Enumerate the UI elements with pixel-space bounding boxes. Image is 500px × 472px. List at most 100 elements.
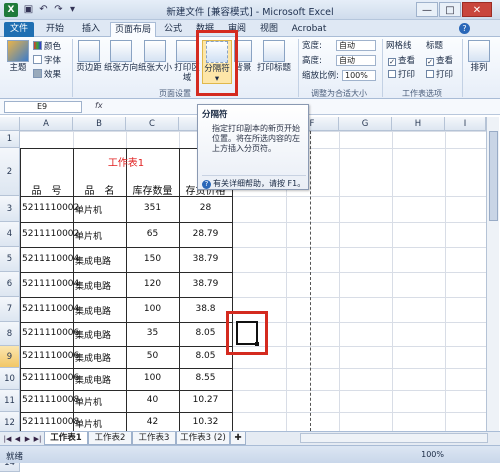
theme-effects-button[interactable]: 效果 [33, 69, 61, 81]
column-header-b[interactable]: B [73, 117, 126, 131]
column-header-a[interactable]: A [20, 117, 73, 131]
table-cell[interactable]: 5211110004 [22, 254, 79, 264]
table-cell[interactable]: 8.05 [181, 328, 230, 338]
height-dropdown[interactable]: 自动 [336, 55, 376, 66]
row-header-3[interactable]: 3 [0, 196, 20, 222]
row-header-1[interactable]: 1 [0, 131, 20, 148]
table-cell[interactable]: 351 [128, 203, 177, 213]
prev-sheet-icon[interactable]: ◀ [13, 434, 22, 444]
gridlines-print-checkbox[interactable]: 打印 [388, 70, 415, 81]
table-cell[interactable]: 5211110006 [22, 373, 79, 383]
table-cell[interactable]: 38.8 [181, 304, 230, 314]
table-cell[interactable]: 5211110006 [22, 328, 79, 338]
new-sheet-icon[interactable]: ✚ [230, 432, 246, 445]
row-header-10[interactable]: 10 [0, 368, 20, 390]
sheet-tab-3[interactable]: 工作表3 [132, 432, 176, 445]
gridlines-view-checkbox[interactable]: ✓ 查看 [388, 56, 415, 67]
last-sheet-icon[interactable]: ▶| [33, 434, 42, 444]
table-cell[interactable]: 28 [181, 203, 230, 213]
sheet-tab-1[interactable]: 工作表1 [44, 432, 88, 445]
table-cell[interactable]: 5211110008 [22, 395, 79, 405]
table-cell[interactable]: 集成电路 [75, 254, 124, 267]
sheet-tab-2[interactable]: 工作表2 [88, 432, 132, 445]
column-title-cell[interactable]: 品 名 [73, 182, 126, 197]
table-cell[interactable]: 10.27 [181, 395, 230, 405]
table-cell[interactable]: 单片机 [75, 203, 124, 216]
zoom-level[interactable]: 100% [421, 450, 444, 459]
table-cell[interactable]: 8.05 [181, 351, 230, 361]
minimize-button[interactable]: — [416, 2, 438, 17]
table-cell[interactable]: 5211110004 [22, 279, 79, 289]
print-titles-button[interactable]: 打印标题 [254, 40, 294, 73]
table-cell[interactable]: 38.79 [181, 254, 230, 264]
excel-app-icon[interactable]: X [4, 3, 18, 17]
first-sheet-icon[interactable]: |◀ [3, 434, 12, 444]
column-title-cell[interactable]: 库存数量 [126, 182, 179, 197]
table-cell[interactable]: 100 [128, 304, 177, 314]
column-title-cell[interactable]: 品 号 [20, 182, 73, 197]
select-all-corner[interactable] [0, 117, 20, 131]
table-cell[interactable]: 65 [128, 229, 177, 239]
theme-colors-button[interactable]: 颜色 [33, 41, 61, 53]
scroll-thumb[interactable] [489, 131, 498, 221]
row-header-6[interactable]: 6 [0, 272, 20, 297]
tab-view[interactable]: 视图 [254, 22, 284, 37]
maximize-button[interactable]: □ [439, 2, 461, 17]
column-header-h[interactable]: H [392, 117, 445, 131]
tab-page-layout[interactable]: 页面布局 [110, 22, 156, 37]
table-cell[interactable]: 集成电路 [75, 351, 124, 364]
table-cell[interactable]: 5211110006 [22, 351, 79, 361]
headings-print-checkbox[interactable]: 打印 [426, 70, 453, 81]
save-icon[interactable]: ▣ [22, 3, 35, 16]
table-cell[interactable]: 单片机 [75, 229, 124, 242]
column-header-g[interactable]: G [339, 117, 392, 131]
fx-icon[interactable]: fx [95, 101, 103, 110]
table-cell[interactable]: 35 [128, 328, 177, 338]
help-icon[interactable]: ? [459, 23, 470, 34]
theme-fonts-button[interactable]: 字体 [33, 55, 61, 67]
row-header-11[interactable]: 11 [0, 390, 20, 412]
themes-button[interactable]: 主题 [4, 40, 32, 73]
vertical-scrollbar[interactable] [486, 117, 499, 431]
margins-button[interactable]: 页边距 [74, 40, 104, 73]
table-cell[interactable]: 集成电路 [75, 328, 124, 341]
next-sheet-icon[interactable]: ▶ [23, 434, 32, 444]
table-cell[interactable]: 集成电路 [75, 279, 124, 292]
table-cell[interactable]: 38.79 [181, 279, 230, 289]
column-header-i[interactable]: I [445, 117, 486, 131]
table-cell[interactable]: 集成电路 [75, 373, 124, 386]
orientation-button[interactable]: 纸张方向 [104, 40, 138, 73]
table-cell[interactable]: 5211110004 [22, 304, 79, 314]
dropdown-icon[interactable]: ▾ [66, 3, 79, 16]
width-dropdown[interactable]: 自动 [336, 40, 376, 51]
table-cell[interactable]: 150 [128, 254, 177, 264]
row-header-7[interactable]: 7 [0, 297, 20, 322]
sheet-tab-4[interactable]: 工作表3 (2) [176, 432, 230, 445]
table-cell[interactable]: 5211110008 [22, 417, 79, 427]
size-button[interactable]: 纸张大小 [138, 40, 172, 73]
horizontal-scrollbar[interactable] [300, 433, 488, 443]
row-header-8[interactable]: 8 [0, 322, 20, 346]
tab-insert[interactable]: 插入 [76, 22, 106, 37]
table-cell[interactable]: 单片机 [75, 395, 124, 408]
column-header-c[interactable]: C [126, 117, 179, 131]
table-cell[interactable]: 8.55 [181, 373, 230, 383]
tab-home[interactable]: 开始 [40, 22, 70, 37]
row-header-5[interactable]: 5 [0, 247, 20, 272]
tab-formulas[interactable]: 公式 [158, 22, 188, 37]
row-header-2[interactable]: 2 [0, 148, 20, 196]
redo-icon[interactable]: ↷ [52, 3, 65, 16]
row-header-9[interactable]: 9 [0, 346, 20, 368]
table-cell[interactable]: 5211110002 [22, 203, 79, 213]
zoom-spinner[interactable]: 100% [342, 70, 376, 81]
table-cell[interactable]: 100 [128, 373, 177, 383]
table-cell[interactable]: 120 [128, 279, 177, 289]
table-cell[interactable]: 28.79 [181, 229, 230, 239]
arrange-button[interactable]: 排列 [464, 40, 494, 73]
table-cell[interactable]: 5211110002 [22, 229, 79, 239]
table-cell[interactable]: 40 [128, 395, 177, 405]
tab-file[interactable]: 文件 [4, 22, 34, 37]
table-cell[interactable]: 集成电路 [75, 304, 124, 317]
table-cell[interactable]: 10.32 [181, 417, 230, 427]
table-cell[interactable]: 单片机 [75, 417, 124, 430]
